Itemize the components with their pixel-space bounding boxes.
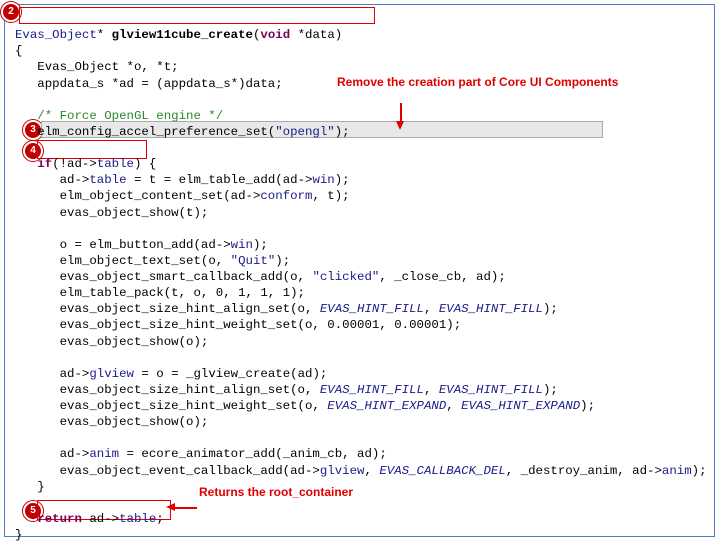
tok: glview: [320, 464, 365, 478]
tok: ad->: [15, 367, 89, 381]
tok: return: [15, 512, 82, 526]
tok: anim: [662, 464, 692, 478]
tok: = t = elm_table_add(ad->: [127, 173, 313, 187]
tok: table: [119, 512, 156, 526]
tok: ad->: [82, 512, 119, 526]
tok: if: [15, 157, 52, 171]
tok: evas_object_show(o);: [15, 415, 208, 429]
tok: glview11cube_create: [112, 28, 253, 42]
tok: }: [15, 528, 22, 541]
tok: "clicked": [312, 270, 379, 284]
tok: );: [335, 173, 350, 187]
tok: glview: [89, 367, 134, 381]
tok: ) {: [134, 157, 156, 171]
tok: *: [97, 28, 112, 42]
tok: ;: [156, 512, 163, 526]
tok: ad->: [15, 447, 89, 461]
tok: elm_config_accel_preference_set(: [15, 125, 275, 139]
tok: "opengl": [275, 125, 335, 139]
tok: void: [260, 28, 290, 42]
tok: ,: [364, 464, 379, 478]
tok: win: [312, 173, 334, 187]
tok: ,: [424, 302, 439, 316]
tok: elm_object_content_set(ad->: [15, 189, 260, 203]
tok: elm_object_text_set(o,: [15, 254, 231, 268]
tok: evas_object_event_callback_add(ad->: [15, 464, 320, 478]
tok: ,: [424, 383, 439, 397]
tok: ad->: [15, 173, 89, 187]
tok: /* Force OpenGL engine */: [15, 109, 223, 123]
tok: );: [543, 302, 558, 316]
tok: );: [335, 125, 350, 139]
tok: ,: [446, 399, 461, 413]
tok: EVAS_HINT_EXPAND: [327, 399, 446, 413]
tok: table: [89, 173, 126, 187]
tok: {: [15, 44, 22, 58]
tok: );: [692, 464, 707, 478]
tok: = ecore_animator_add(_anim_cb, ad);: [119, 447, 387, 461]
tok: evas_object_size_hint_align_set(o,: [15, 302, 320, 316]
tok: EVAS_CALLBACK_DEL: [379, 464, 505, 478]
tok: EVAS_HINT_FILL: [439, 302, 543, 316]
tok: *data): [290, 28, 342, 42]
tok: o = elm_button_add(ad->: [15, 238, 231, 252]
tok: (!ad->: [52, 157, 97, 171]
tok: , t);: [312, 189, 349, 203]
code-block: Evas_Object* glview11cube_create(void *d…: [15, 11, 708, 541]
tok: Evas_Object *o, *t;: [15, 60, 179, 74]
tok: );: [275, 254, 290, 268]
tok: anim: [89, 447, 119, 461]
tok: Evas_Object: [15, 28, 97, 42]
tok: = o = _glview_create(ad);: [134, 367, 327, 381]
tok: );: [543, 383, 558, 397]
tok: EVAS_HINT_FILL: [320, 383, 424, 397]
tok: );: [580, 399, 595, 413]
tok: evas_object_size_hint_weight_set(o,: [15, 399, 327, 413]
tok: win: [231, 238, 253, 252]
tok: evas_object_size_hint_align_set(o,: [15, 383, 320, 397]
tok: evas_object_size_hint_weight_set(o, 0.00…: [15, 318, 461, 332]
tok: );: [253, 238, 268, 252]
tok: "Quit": [231, 254, 276, 268]
tok: evas_object_show(o);: [15, 335, 208, 349]
tok: evas_object_smart_callback_add(o,: [15, 270, 312, 284]
code-screenshot-frame: 2 3 4 5 Remove the creation part of Core…: [4, 4, 715, 537]
tok: conform: [260, 189, 312, 203]
tok: table: [97, 157, 134, 171]
tok: evas_object_show(t);: [15, 206, 208, 220]
tok: elm_table_pack(t, o, 0, 1, 1, 1);: [15, 286, 305, 300]
tok: EVAS_HINT_FILL: [320, 302, 424, 316]
tok: EVAS_HINT_EXPAND: [461, 399, 580, 413]
tok: , _close_cb, ad);: [379, 270, 505, 284]
tok: EVAS_HINT_FILL: [439, 383, 543, 397]
tok: , _destroy_anim, ad->: [506, 464, 662, 478]
tok: appdata_s *ad = (appdata_s*)data;: [15, 77, 283, 91]
tok: }: [15, 480, 45, 494]
